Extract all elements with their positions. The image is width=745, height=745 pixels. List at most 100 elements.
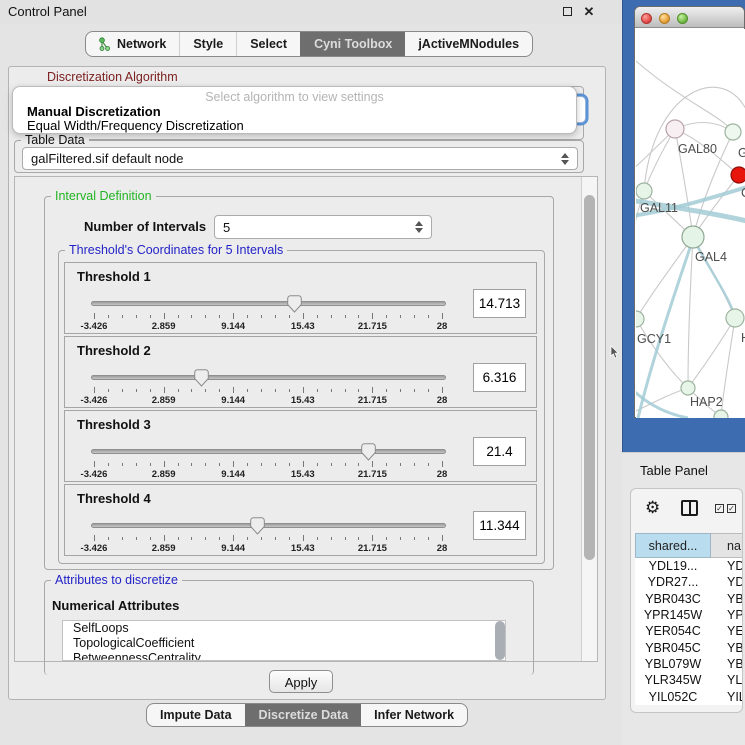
slider-tick-labels: -3.4262.8599.14415.4321.71528 — [94, 469, 442, 480]
table-row[interactable]: YER054CYER0 — [635, 623, 743, 639]
number-of-intervals-combobox[interactable]: 5 — [214, 215, 432, 239]
network-node-label: HAP2 — [690, 395, 723, 409]
table-row[interactable]: YBR045CYBR0 — [635, 639, 743, 655]
cell-name[interactable]: YDR2 — [711, 574, 743, 590]
cell-name[interactable]: YBL0 — [711, 656, 743, 672]
node-table[interactable]: shared...naYDL19...YDL1YDR27...YDR2YBR04… — [635, 533, 743, 705]
threshold-slider[interactable]: -3.4262.8599.14415.4321.71528 — [91, 517, 446, 553]
network-node[interactable] — [636, 183, 652, 199]
threshold-label: Threshold 3 — [77, 417, 151, 432]
cell-shared-name[interactable]: YLR345W — [635, 672, 711, 688]
column-header-name[interactable]: na — [711, 533, 743, 558]
gear-icon[interactable]: ⚙ — [645, 499, 660, 516]
network-node-label: C — [741, 186, 745, 200]
cell-name[interactable]: YIL0 — [711, 688, 743, 704]
dropdown-option-equal-width[interactable]: Equal Width/Frequency Discretization — [15, 118, 575, 133]
traffic-light-close-icon[interactable] — [641, 13, 652, 24]
attributes-list-scrollbar[interactable] — [495, 621, 505, 660]
tab-cyni-toolbox[interactable]: Cyni Toolbox — [300, 32, 405, 56]
column-header-shared-name[interactable]: shared... — [635, 533, 711, 558]
cell-name[interactable]: YLR3 — [711, 672, 743, 688]
network-node[interactable] — [725, 124, 741, 140]
threshold-slider[interactable]: -3.4262.8599.14415.4321.71528 — [91, 295, 446, 331]
cell-shared-name[interactable]: YER054C — [635, 623, 711, 639]
network-node[interactable] — [666, 120, 684, 138]
table-row[interactable]: YIL052CYIL0 — [635, 688, 743, 704]
bottom-tab-discretize-data[interactable]: Discretize Data — [245, 704, 362, 726]
network-node-label: GAL4 — [695, 250, 727, 264]
cell-shared-name[interactable]: YPR145W — [635, 607, 711, 623]
threshold-value-input[interactable] — [473, 511, 526, 540]
tab-select[interactable]: Select — [236, 32, 300, 56]
traffic-light-zoom-icon[interactable] — [677, 13, 688, 24]
combo-spinner-icon[interactable] — [561, 153, 570, 165]
network-edge-highlight — [636, 381, 688, 418]
attribute-list-item[interactable]: SelfLoops — [63, 621, 505, 636]
network-node[interactable] — [714, 410, 728, 418]
settings-scrollbar-thumb[interactable] — [584, 195, 595, 560]
table-data-combobox[interactable]: galFiltered.sif default node — [22, 147, 578, 170]
network-node-label: GAL80 — [678, 142, 717, 156]
cell-shared-name[interactable]: YBR043C — [635, 591, 711, 607]
tab-network[interactable]: Network — [86, 32, 179, 56]
number-of-intervals-label: Number of Intervals — [84, 219, 206, 234]
cell-shared-name[interactable]: YIL052C — [635, 688, 711, 704]
cell-shared-name[interactable]: YBR045C — [635, 639, 711, 655]
bottom-tab-infer-network[interactable]: Infer Network — [361, 704, 467, 726]
table-row[interactable]: YLR345WYLR3 — [635, 672, 743, 688]
slider-track — [91, 523, 446, 528]
threshold-value-input[interactable] — [473, 437, 526, 466]
threshold-slider[interactable]: -3.4262.8599.14415.4321.71528 — [91, 369, 446, 405]
table-row[interactable]: YDR27...YDR2 — [635, 574, 743, 590]
cell-shared-name[interactable]: YDR27... — [635, 574, 711, 590]
slider-thumb[interactable] — [194, 369, 209, 387]
cell-shared-name[interactable]: YBL079W — [635, 656, 711, 672]
table-row[interactable]: YBR043CYBR0 — [635, 591, 743, 607]
checkbox-icon[interactable]: ✓ — [727, 504, 736, 513]
cell-name[interactable]: YBR0 — [711, 591, 743, 607]
network-node[interactable] — [731, 167, 745, 183]
tab-label: Cyni Toolbox — [314, 37, 392, 51]
table-row[interactable]: YPR145WYPR1 — [635, 607, 743, 623]
slider-thumb[interactable] — [361, 443, 376, 461]
network-edge — [636, 61, 733, 132]
network-canvas[interactable]: GAL80GCGAL11GAL4GCY1HHAP2 — [636, 29, 745, 418]
slider-tick-labels: -3.4262.8599.14415.4321.71528 — [94, 543, 442, 554]
mouse-cursor — [610, 346, 620, 359]
combo-spinner-icon[interactable] — [415, 221, 424, 233]
attribute-list-item[interactable]: TopologicalCoefficient — [63, 636, 505, 651]
slider-thumb[interactable] — [250, 517, 265, 535]
tab-style[interactable]: Style — [179, 32, 236, 56]
columns-icon[interactable] — [681, 500, 698, 516]
bottom-tab-impute-data[interactable]: Impute Data — [147, 704, 245, 726]
cell-shared-name[interactable]: YDL19... — [635, 558, 711, 574]
network-node[interactable] — [636, 311, 644, 327]
cell-name[interactable]: YBR0 — [711, 639, 743, 655]
network-node[interactable] — [681, 381, 695, 395]
cell-name[interactable]: YDL1 — [711, 558, 743, 574]
checkbox-icon[interactable]: ✓ — [715, 504, 724, 513]
attribute-list-item[interactable]: BetweennessCentrality — [63, 651, 505, 661]
apply-button[interactable]: Apply — [269, 670, 333, 693]
cell-name[interactable]: YER0 — [711, 623, 743, 639]
numerical-attributes-list[interactable]: SelfLoopsTopologicalCoefficientBetweenne… — [62, 620, 506, 661]
tab-jactivemnodules[interactable]: jActiveMNodules — [405, 32, 532, 56]
traffic-light-minimize-icon[interactable] — [659, 13, 670, 24]
threshold-value-input[interactable] — [473, 363, 526, 392]
network-node[interactable] — [682, 226, 704, 248]
float-window-icon[interactable] — [560, 5, 574, 19]
cell-name[interactable]: YPR1 — [711, 607, 743, 623]
threshold-slider[interactable]: -3.4262.8599.14415.4321.71528 — [91, 443, 446, 479]
network-node[interactable] — [726, 309, 744, 327]
dropdown-option-manual-discretization[interactable]: Manual Discretization — [15, 104, 575, 119]
network-window-titlebar[interactable] — [635, 7, 744, 28]
close-panel-icon[interactable]: ✕ — [582, 5, 596, 19]
threshold-value-input[interactable] — [473, 289, 526, 318]
algorithm-dropdown-popup: Select algorithm to view settings Manual… — [12, 86, 577, 134]
threshold-label: Threshold 4 — [77, 491, 151, 506]
table-row[interactable]: YBL079WYBL0 — [635, 656, 743, 672]
slider-thumb[interactable] — [287, 295, 302, 313]
table-row[interactable]: YDL19...YDL1 — [635, 558, 743, 574]
control-panel-tabbar: NetworkStyleSelect Cyni Toolbox jActiveMNo… — [85, 31, 533, 57]
table-panel: Table Panel ⚙ ✓ ✓ shared...naYDL19...YDL… — [622, 452, 745, 745]
